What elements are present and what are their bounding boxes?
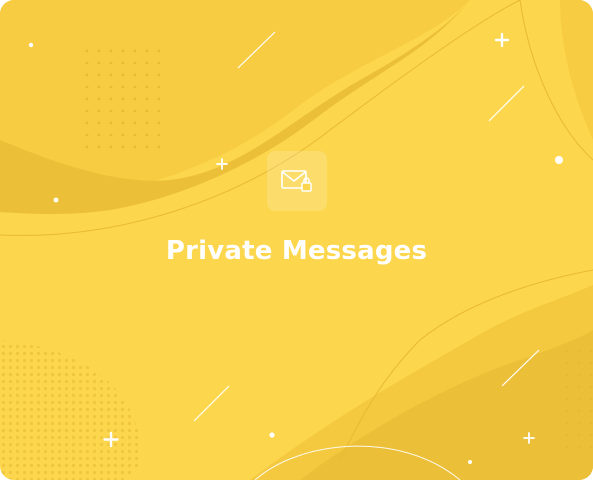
decor-dot xyxy=(53,197,59,203)
bottom-wave-dark xyxy=(300,330,593,480)
card-title: Private Messages xyxy=(165,236,428,266)
dot-grid-top xyxy=(76,48,160,156)
decor-dot xyxy=(28,42,34,48)
envelope-lock-icon xyxy=(281,170,312,192)
halftone-bottom-left xyxy=(0,340,141,480)
envelope-lock-tile xyxy=(267,151,327,211)
top-right-wave xyxy=(560,0,593,140)
decor-line xyxy=(193,385,230,422)
plus-icon xyxy=(494,32,510,48)
decor-dot xyxy=(269,432,275,438)
decor-dot xyxy=(468,460,472,464)
private-messages-card[interactable]: Private Messages xyxy=(0,0,593,480)
decor-line xyxy=(488,85,525,122)
decor-dot xyxy=(555,156,563,164)
dot-grid-bottom xyxy=(564,342,593,450)
